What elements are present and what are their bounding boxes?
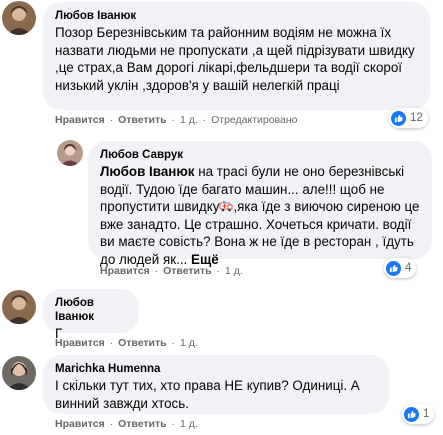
- comment-text: Любов Іванюк на трасі були не оно березн…: [100, 163, 420, 269]
- separator: ·: [171, 418, 176, 430]
- comment-author[interactable]: Любов Іванюк: [55, 296, 127, 324]
- like-button[interactable]: Нравится: [100, 265, 150, 277]
- like-icon: [386, 260, 401, 276]
- edited-label: Отредактировано: [211, 114, 298, 126]
- comment-bubble: Любов Саврук Любов Іванюк на трасі були …: [88, 141, 432, 267]
- reply-button[interactable]: Ответить: [163, 265, 212, 277]
- reply-button[interactable]: Ответить: [118, 337, 167, 349]
- comment-bubble: Marichka Humenna І скільки тут тих, хто …: [43, 355, 389, 414]
- reply-button[interactable]: Ответить: [118, 418, 167, 430]
- reaction-number: 1: [423, 408, 430, 420]
- comment-bubble: Любов Іванюк Г: [43, 289, 139, 341]
- like-button[interactable]: Нравится: [55, 337, 105, 349]
- reaction-count[interactable]: 12: [389, 108, 428, 128]
- comment-author[interactable]: Любов Іванюк: [55, 9, 418, 23]
- reaction-number: 4: [405, 262, 412, 274]
- comment-text: І скільки тут тих, хто права НЕ купив? О…: [55, 378, 360, 411]
- timestamp[interactable]: 1 д.: [180, 418, 198, 430]
- comment-actions: Нравится · Ответить · 1 д.: [55, 418, 198, 430]
- reply-button[interactable]: Ответить: [118, 114, 167, 126]
- comment-author[interactable]: Marichka Humenna: [55, 362, 377, 376]
- avatar[interactable]: [2, 1, 36, 35]
- mention-link[interactable]: Любов Іванюк: [100, 164, 195, 179]
- separator: ·: [109, 418, 114, 430]
- comment-author[interactable]: Любов Саврук: [100, 148, 420, 162]
- separator: ·: [202, 114, 207, 126]
- comment-actions: Нравится · Ответить · 1 д.: [55, 337, 198, 349]
- separator: ·: [171, 114, 176, 126]
- separator: ·: [109, 114, 114, 126]
- separator: ·: [171, 337, 176, 349]
- separator: ·: [109, 337, 114, 349]
- reaction-count[interactable]: 4: [384, 258, 417, 278]
- avatar[interactable]: [2, 290, 36, 324]
- comment-bubble: Любов Іванюк Позор Березнівським та райо…: [43, 2, 430, 110]
- ambulance-emoji: [219, 199, 233, 213]
- timestamp[interactable]: 1 д.: [225, 265, 243, 277]
- timestamp[interactable]: 1 д.: [180, 114, 198, 126]
- reaction-count[interactable]: 1: [402, 404, 435, 424]
- avatar[interactable]: [57, 140, 83, 166]
- timestamp[interactable]: 1 д.: [180, 337, 198, 349]
- comment-actions: Нравится · Ответить · 1 д.: [100, 265, 243, 277]
- like-button[interactable]: Нравится: [55, 418, 105, 430]
- comment-text: Позор Березнівським та районним водіям н…: [55, 25, 415, 93]
- like-icon: [404, 406, 419, 422]
- like-icon: [391, 110, 406, 126]
- avatar[interactable]: [2, 356, 36, 390]
- reaction-number: 12: [410, 112, 423, 124]
- separator: ·: [154, 265, 159, 277]
- like-button[interactable]: Нравится: [55, 114, 105, 126]
- separator: ·: [216, 265, 221, 277]
- comment-actions: Нравится · Ответить · 1 д. · Отредактиро…: [55, 114, 298, 126]
